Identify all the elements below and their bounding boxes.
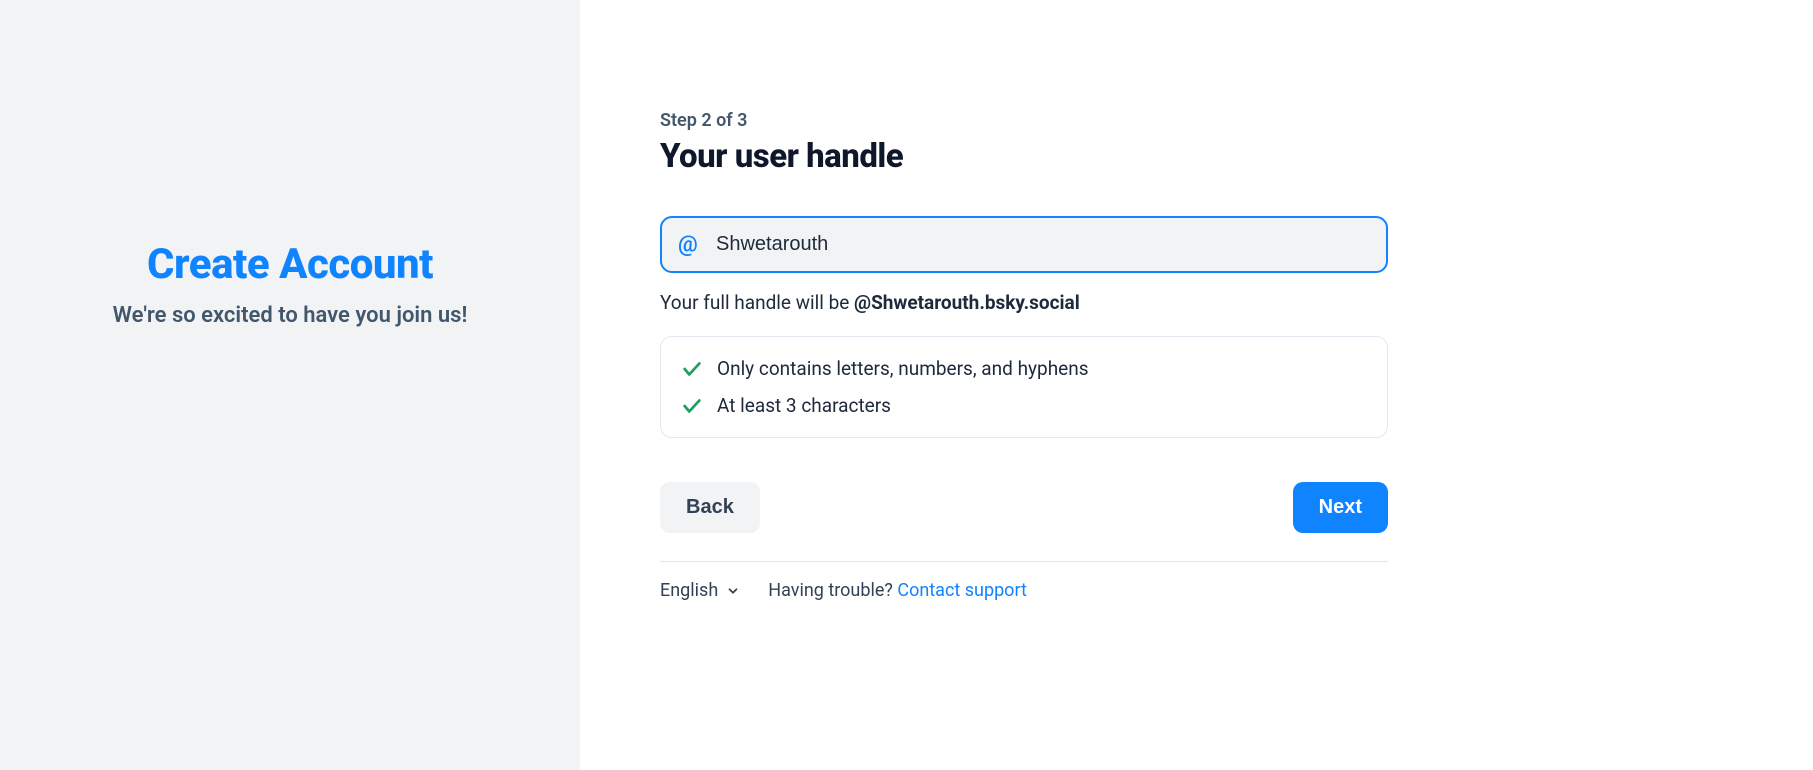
validation-box: Only contains letters, numbers, and hyph… bbox=[660, 336, 1388, 438]
language-select[interactable]: English bbox=[660, 580, 740, 601]
back-button[interactable]: Back bbox=[660, 482, 760, 533]
validation-item: At least 3 characters bbox=[681, 390, 1367, 421]
handle-input[interactable] bbox=[660, 216, 1388, 273]
footer-row: English Having trouble? Contact support bbox=[660, 580, 1388, 601]
check-icon bbox=[681, 358, 703, 380]
step-label: Step 2 of 3 bbox=[660, 110, 1388, 131]
button-row: Back Next bbox=[660, 482, 1388, 533]
create-account-subtitle: We're so excited to have you join us! bbox=[113, 303, 468, 328]
form-wrap: Step 2 of 3 Your user handle @ Your full… bbox=[660, 110, 1388, 601]
validation-item: Only contains letters, numbers, and hyph… bbox=[681, 353, 1367, 384]
full-handle-value: @Shwetarouth.bsky.social bbox=[854, 291, 1080, 314]
support-text-wrap: Having trouble? Contact support bbox=[768, 580, 1027, 601]
create-account-title: Create Account bbox=[147, 240, 433, 289]
check-icon bbox=[681, 395, 703, 417]
handle-input-row: @ bbox=[660, 216, 1388, 273]
validation-text: At least 3 characters bbox=[717, 394, 891, 417]
full-handle-preview: Your full handle will be @Shwetarouth.bs… bbox=[660, 291, 1388, 314]
left-panel: Create Account We're so excited to have … bbox=[0, 0, 580, 770]
contact-support-link[interactable]: Contact support bbox=[897, 580, 1027, 601]
full-handle-prefix: Your full handle will be bbox=[660, 291, 854, 314]
validation-text: Only contains letters, numbers, and hyph… bbox=[717, 357, 1089, 380]
chevron-down-icon bbox=[726, 584, 740, 598]
next-button[interactable]: Next bbox=[1293, 482, 1388, 533]
right-panel: Step 2 of 3 Your user handle @ Your full… bbox=[580, 0, 1813, 770]
divider bbox=[660, 561, 1388, 562]
language-label: English bbox=[660, 580, 718, 601]
trouble-text: Having trouble? bbox=[768, 580, 897, 601]
page-title: Your user handle bbox=[660, 137, 1388, 176]
